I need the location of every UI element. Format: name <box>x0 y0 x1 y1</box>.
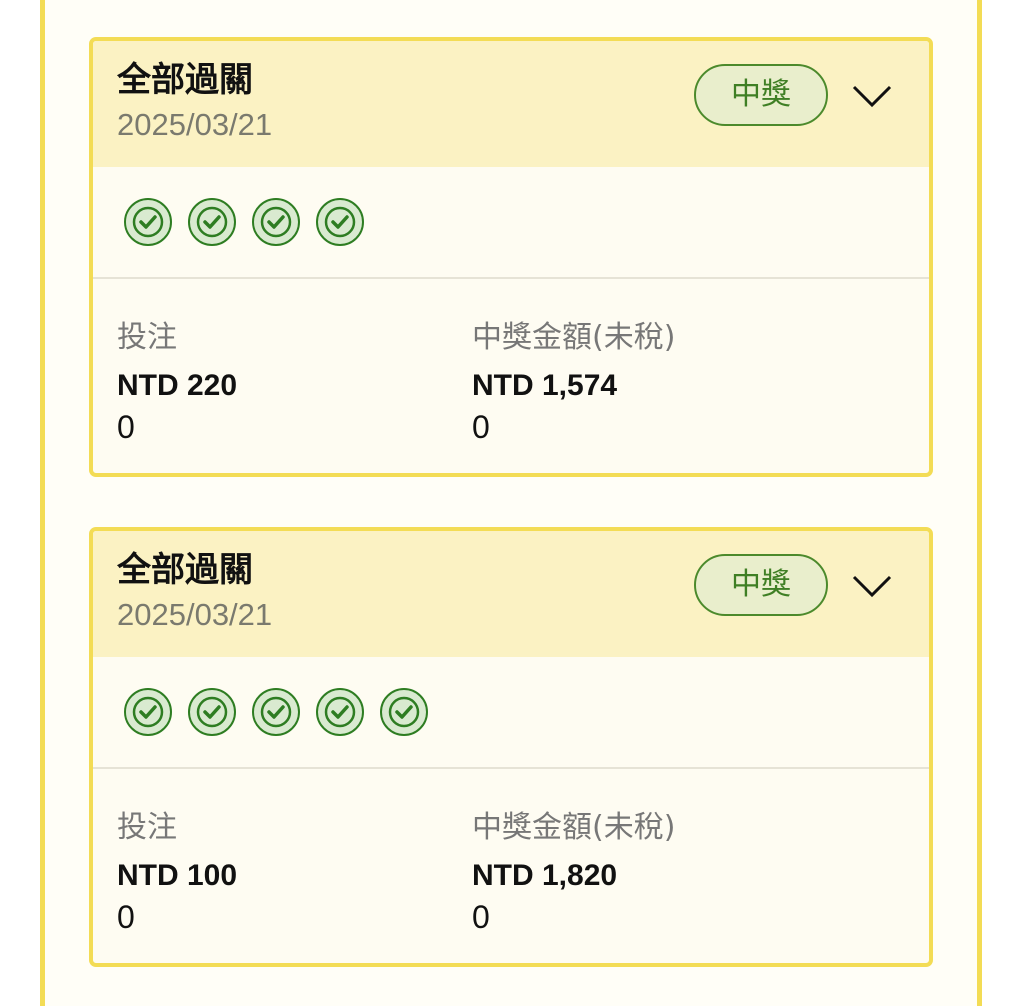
status-badge: 中獎 <box>694 64 828 126</box>
bet-type-title: 全部過關 <box>117 550 253 590</box>
check-circle-icon <box>188 198 236 246</box>
check-circle-icon <box>188 688 236 736</box>
chevron-down-icon[interactable] <box>850 571 894 601</box>
check-circle-icon <box>380 688 428 736</box>
stake-amount: NTD 220 <box>117 369 238 402</box>
prize-amount: NTD 1,820 <box>472 859 618 892</box>
bet-card-header[interactable]: 全部過關 2025/03/21 中獎 <box>93 41 929 167</box>
bet-card-header[interactable]: 全部過關 2025/03/21 中獎 <box>93 531 929 657</box>
prize-sub-value: 0 <box>472 409 490 445</box>
chevron-down-icon[interactable] <box>850 81 894 111</box>
stake-label: 投注 <box>117 810 177 845</box>
prize-label: 中獎金額(未稅) <box>472 320 676 355</box>
bet-card[interactable]: 全部過關 2025/03/21 中獎 投注 NTD 220 0 中獎金額(未稅)… <box>89 37 933 477</box>
prize-sub-value: 0 <box>472 899 490 935</box>
stake-sub-value: 0 <box>117 899 135 935</box>
bet-card[interactable]: 全部過關 2025/03/21 中獎 投注 NTD 100 0 中獎金額(未稅)… <box>89 527 933 967</box>
status-badge: 中獎 <box>694 554 828 616</box>
check-circle-icon <box>316 198 364 246</box>
leg-icon-row <box>123 687 443 737</box>
stake-column: 投注 NTD 220 0 <box>117 319 237 447</box>
check-circle-icon <box>252 198 300 246</box>
prize-amount: NTD 1,574 <box>472 369 618 402</box>
check-circle-icon <box>252 688 300 736</box>
bet-date: 2025/03/21 <box>117 107 273 142</box>
prize-column: 中獎金額(未稅) NTD 1,820 0 <box>472 809 675 937</box>
bet-type-title: 全部過關 <box>117 60 253 100</box>
stake-label: 投注 <box>117 320 177 355</box>
prize-column: 中獎金額(未稅) NTD 1,574 0 <box>472 319 675 447</box>
leg-icon-row <box>123 197 379 247</box>
stake-amount: NTD 100 <box>117 859 238 892</box>
leg-results <box>93 167 929 279</box>
check-circle-icon <box>124 198 172 246</box>
bet-date: 2025/03/21 <box>117 597 273 632</box>
stake-column: 投注 NTD 100 0 <box>117 809 237 937</box>
check-circle-icon <box>124 688 172 736</box>
leg-results <box>93 657 929 769</box>
stake-sub-value: 0 <box>117 409 135 445</box>
check-circle-icon <box>316 688 364 736</box>
prize-label: 中獎金額(未稅) <box>472 810 676 845</box>
